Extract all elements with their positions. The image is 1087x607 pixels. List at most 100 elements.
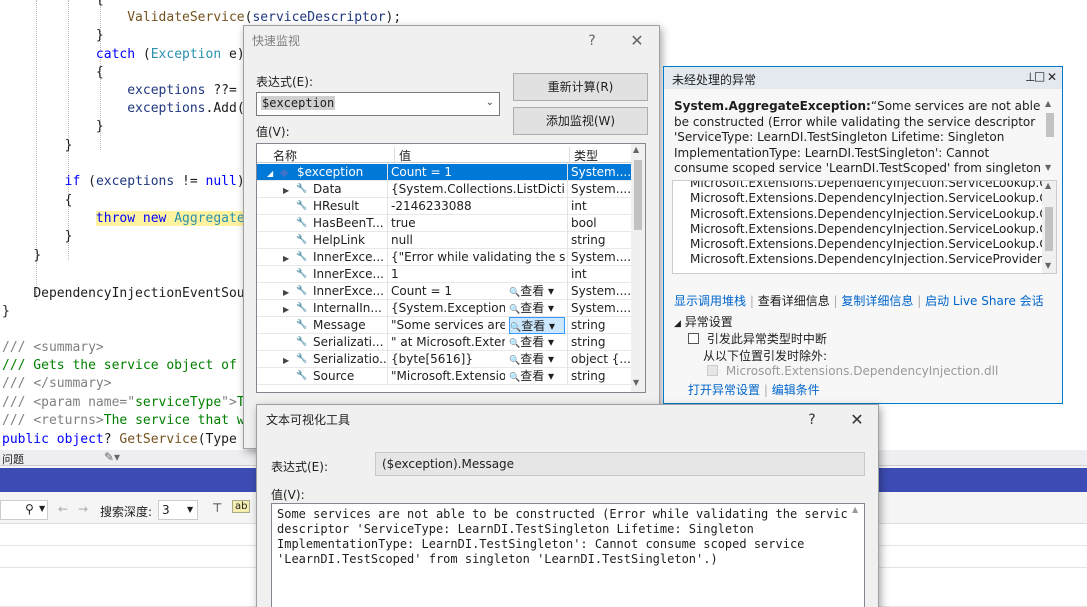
break-checkbox[interactable] [688,333,699,344]
help-button[interactable]: ? [797,405,827,435]
expression-input[interactable]: $exception ⌄ [256,92,500,116]
column-type[interactable]: 类型 [569,147,598,164]
grid-row[interactable]: 🔧 HelpLink null string [257,232,631,249]
stack-frame[interactable]: Microsoft.Extensions.DependencyInjection… [690,237,1056,252]
scroll-down-icon[interactable]: ▼ [633,378,639,387]
forward-arrow-icon[interactable]: → [78,502,88,516]
view-visualizer-button[interactable]: 🔍查看 ▾ [509,334,565,351]
close-button[interactable]: ✕ [842,405,872,435]
brush-icon[interactable]: ✎▾ [104,450,120,464]
grid-row[interactable]: ▶ 🔧 InnerExce... Count = 1 🔍查看 ▾ System.... [257,283,631,300]
grid-row[interactable]: ▶ 🔧 Data {System.Collections.ListDiction...… [257,181,631,198]
grid-row[interactable]: ▶ 🔧 InnerExce... {"Error while validating t… [257,249,631,266]
chevron-down-icon[interactable]: ▾ [544,301,554,315]
column-value[interactable]: 值 [394,147,411,164]
stack-frame[interactable]: Microsoft.Extensions.DependencyInjection… [690,181,1056,191]
scroll-up-icon[interactable]: ▲ [1045,181,1051,190]
chevron-down-icon[interactable]: ▾ [544,284,554,298]
view-visualizer-button[interactable]: 🔍查看 ▾ [509,283,565,300]
recalculate-button[interactable]: 重新计算(R) [513,73,648,101]
stack-frame[interactable]: Microsoft.Extensions.DependencyInjection… [690,222,1056,237]
value-textbox[interactable]: Some services are not able to be constru… [271,503,865,607]
cell-type: string [567,317,631,334]
chevron-down-icon[interactable]: ▾ [544,369,554,383]
grid-row[interactable]: 🔧Message"Some services are n...🔍查看 ▾stri… [257,317,631,334]
close-button[interactable]: ✕ [622,26,652,56]
chevron-down-icon[interactable]: ▼ [39,504,45,513]
grid-row[interactable]: ▶ 🔧 InternalIn... {System.Exception[1]}🔍查看 … [257,300,631,317]
cell-type: System.... [567,164,631,181]
scroll-thumb[interactable] [634,160,642,230]
stack-frame[interactable]: Microsoft.Extensions.DependencyInjection… [690,252,1056,267]
grid-row[interactable]: ◢ ◆ $exception Count = 1 System.... [257,164,631,181]
expand-icon[interactable]: ▶ [283,352,289,369]
cell-type: string [567,368,631,385]
chevron-down-icon[interactable]: ⌄ [486,97,494,108]
watch-grid[interactable]: 名称 值 类型 ◢ ◆ $exception Count = 1 System.... ▶… [256,143,646,393]
back-arrow-icon[interactable]: ← [58,502,68,516]
expand-icon[interactable]: ▶ [283,250,289,267]
expand-icon[interactable]: ▶ [283,284,289,301]
tab-problems[interactable]: 问题 [2,451,24,467]
code-line: /// <returns>The service that w [2,412,245,430]
value-scrollbar[interactable]: ▲ [848,504,864,607]
scroll-down-icon[interactable]: ▼ [1045,261,1051,270]
code-line: exceptions.Add( [2,100,245,118]
exception-message: System.AggregateException:“Some services… [674,99,1056,176]
stack-scrollbar[interactable]: ▲ ▼ [1042,181,1056,273]
collapse-triangle-icon[interactable]: ◢ [674,319,681,329]
scroll-down-icon[interactable]: ▼ [1045,163,1051,172]
search-box[interactable]: ⚲ ▼ [0,500,48,520]
view-label: 查看 [520,335,545,349]
chevron-down-icon[interactable]: ▾ [545,319,555,333]
scroll-thumb[interactable] [1046,113,1054,137]
text-format-icon[interactable]: ab [232,500,251,513]
code-token: if [64,174,81,189]
stack-trace-box[interactable]: Microsoft.Extensions.DependencyInjection… [672,180,1057,274]
code-token: exceptions [95,174,175,189]
search-depth-select[interactable]: 3 ▼ [158,500,198,520]
expand-icon[interactable]: ▶ [283,301,289,318]
show-call-stack-link[interactable]: 显示调用堆栈 [674,294,746,308]
column-name[interactable]: 名称 [273,147,297,164]
view-visualizer-button[interactable]: 🔍查看 ▾ [509,368,565,385]
view-visualizer-button[interactable]: 🔍查看 ▾ [509,317,565,334]
stack-frame[interactable]: Microsoft.Extensions.DependencyInjection… [690,191,1056,206]
grid-row[interactable]: 🔧Serializati..." at Microsoft.Exten...🔍查… [257,334,631,351]
wrench-lock-icon: 🔧 [296,218,308,228]
scroll-up-icon[interactable]: ▲ [852,505,858,514]
scroll-up-icon[interactable]: ▲ [1045,99,1051,108]
view-visualizer-button[interactable]: 🔍查看 ▾ [509,351,565,368]
grid-row[interactable]: ▶ 🔧 Serializatio... {byte[5616]} 🔍查看 ▾ object… [257,351,631,368]
code-token: public [2,432,49,447]
pin-icon[interactable]: ⊤ [212,501,222,515]
dll-checkbox[interactable] [707,365,718,376]
view-details-link[interactable]: 查看详细信息 [758,294,830,308]
scroll-up-icon[interactable]: ▲ [633,145,639,154]
grid-row[interactable]: 🔧 HasBeenT... true bool [257,215,631,232]
restore-icon[interactable]: □ [1034,69,1045,83]
stack-frame[interactable]: Microsoft.Extensions.DependencyInjection… [690,207,1056,222]
copy-details-link[interactable]: 复制详细信息 [841,294,913,308]
message-scrollbar[interactable]: ▲ ▼ [1044,99,1056,175]
close-icon[interactable]: ✕ [1047,70,1057,84]
collapse-icon[interactable]: ◢ [267,165,273,182]
edit-conditions-link[interactable]: 编辑条件 [772,383,820,397]
grid-scrollbar[interactable]: ▲ ▼ [631,144,645,392]
open-exception-settings-link[interactable]: 打开异常设置 [688,383,760,397]
grid-row[interactable]: 🔧 HResult -2146233088 int [257,198,631,215]
code-token: .Add( [205,101,245,116]
expand-icon[interactable]: ▶ [283,182,289,199]
add-watch-button[interactable]: 添加监视(W) [513,107,648,135]
live-share-link[interactable]: 启动 Live Share 会话 [925,294,1044,308]
scroll-thumb[interactable] [1045,207,1053,251]
grid-row[interactable]: 🔧 InnerExce... 1 int [257,266,631,283]
wrench-icon: 🔧 [296,252,308,262]
view-visualizer-button[interactable]: 🔍查看 ▾ [509,300,565,317]
chevron-down-icon[interactable]: ▾ [544,352,554,366]
cell-type: int [567,266,631,283]
grid-row[interactable]: 🔧Source"Microsoft.Extension...🔍查看 ▾strin… [257,368,631,385]
chevron-down-icon[interactable]: ▾ [544,335,554,349]
help-button[interactable]: ? [577,26,607,56]
code-token: </summary> [33,376,112,391]
